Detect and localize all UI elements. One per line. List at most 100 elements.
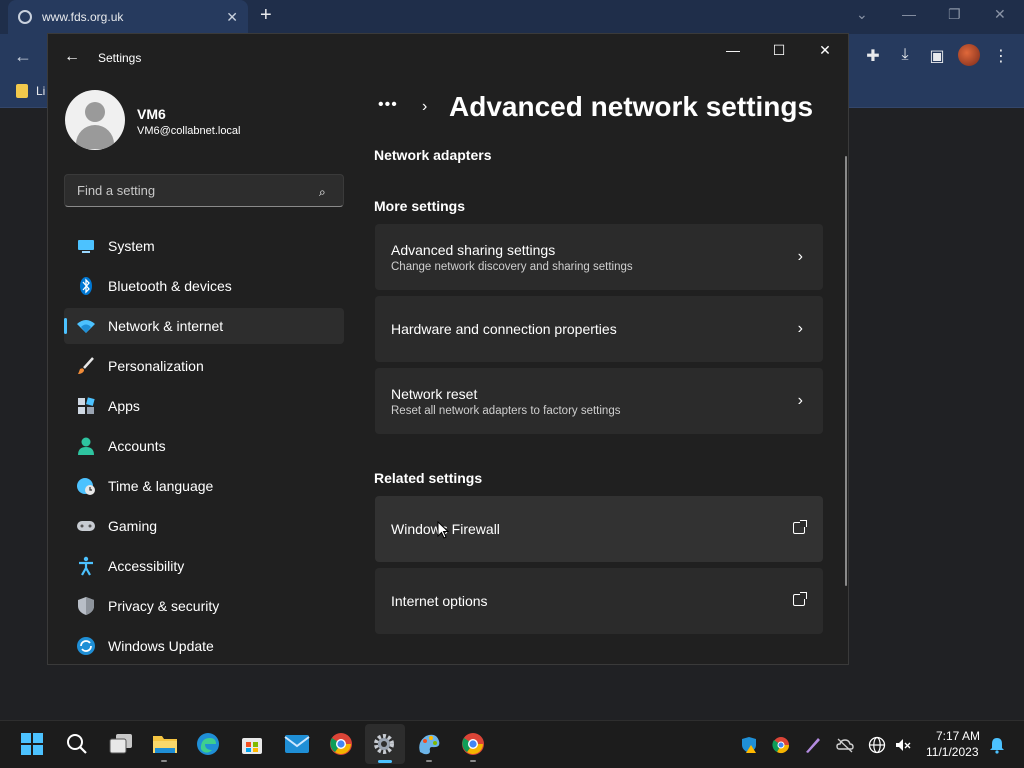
extensions-icon[interactable]: ✚ — [864, 46, 882, 65]
breadcrumb-more-button[interactable]: ••• — [378, 96, 398, 114]
settings-window: ← Settings — ☐ ✕ VM6 VM6@collabnet.local… — [47, 33, 849, 665]
back-arrow-icon[interactable]: ← — [64, 48, 80, 66]
person-icon — [78, 437, 94, 455]
scrollbar[interactable] — [845, 156, 847, 586]
sidebar-item-accounts[interactable]: Accounts — [64, 428, 344, 464]
menu-kebab-icon[interactable]: ⋮ — [992, 46, 1010, 65]
sidebar-item-label: Network & internet — [108, 318, 224, 334]
globe-clock-icon — [77, 478, 95, 495]
network-globe-icon[interactable] — [868, 736, 886, 754]
hardware-connection-properties-card[interactable]: Hardware and connection properties › — [375, 296, 823, 362]
profile-name: VM6 — [137, 106, 166, 122]
browser-restore-button[interactable]: ❐ — [948, 6, 961, 23]
external-link-icon — [793, 520, 807, 534]
file-explorer-icon[interactable] — [151, 732, 179, 756]
chevron-right-icon: › — [797, 248, 803, 265]
globe-icon — [18, 10, 32, 24]
sidebar-item-label: Privacy & security — [108, 598, 220, 614]
browser-close-button[interactable]: ✕ — [994, 6, 1006, 23]
sidebar-item-personalization[interactable]: Personalization — [64, 348, 344, 384]
card-title: Advanced sharing settings — [391, 241, 556, 258]
close-button[interactable]: ✕ — [810, 42, 840, 59]
avatar-head — [85, 102, 105, 122]
running-indicator — [426, 760, 432, 762]
clock-date[interactable]: 11/1/2023 — [926, 745, 979, 759]
start-windows-icon[interactable] — [20, 732, 44, 756]
section-network-adapters[interactable]: Network adapters — [374, 147, 491, 163]
sidebar-item-label: Accessibility — [108, 558, 185, 574]
page-title: Advanced network settings — [449, 91, 814, 122]
mouse-cursor-icon — [437, 521, 449, 539]
notification-bell-icon[interactable] — [988, 736, 1006, 754]
chevron-right-icon: › — [422, 98, 428, 115]
chrome-icon[interactable] — [461, 732, 485, 756]
edge-icon[interactable] — [196, 732, 220, 756]
running-indicator — [470, 760, 476, 762]
sidebar-nav: System Bluetooth & devices Network & int… — [64, 228, 344, 668]
card-title: Internet options — [391, 593, 488, 609]
sidebar-item-label: Bluetooth & devices — [108, 278, 232, 294]
mail-icon[interactable] — [284, 734, 310, 754]
chevron-right-icon: › — [797, 320, 803, 337]
sidebar-item-system[interactable]: System — [64, 228, 344, 264]
bluetooth-icon — [80, 277, 92, 295]
external-link-icon — [793, 592, 807, 606]
sidebar-item-label: Windows Update — [108, 638, 214, 654]
internet-options-card[interactable]: Internet options — [375, 568, 823, 634]
pen-icon[interactable] — [804, 736, 822, 754]
avatar[interactable] — [65, 90, 125, 150]
window-title: Settings — [98, 51, 142, 65]
advanced-sharing-settings-card[interactable]: Advanced sharing settings Change network… — [375, 224, 823, 290]
task-view-icon[interactable] — [108, 732, 134, 756]
profile-avatar-icon[interactable] — [958, 44, 980, 66]
clock-time[interactable]: 7:17 AM — [936, 729, 980, 743]
card-description: Reset all network adapters to factory se… — [391, 404, 621, 417]
shield-icon — [78, 597, 94, 615]
bookmark-label[interactable]: Li — [36, 84, 45, 98]
browser-minimize-button[interactable]: — — [902, 6, 916, 22]
close-tab-icon[interactable]: ✕ — [226, 9, 238, 26]
sidebar-item-apps[interactable]: Apps — [64, 388, 344, 424]
paint-icon[interactable] — [416, 732, 442, 756]
minimize-button[interactable]: — — [718, 42, 748, 58]
sidebar-item-accessibility[interactable]: Accessibility — [64, 548, 344, 584]
update-icon — [77, 637, 95, 655]
chrome-icon[interactable] — [329, 732, 353, 756]
sidebar-item-network[interactable]: Network & internet — [64, 308, 344, 344]
settings-gear-icon[interactable] — [372, 732, 396, 756]
brush-icon — [78, 357, 94, 374]
section-related-settings: Related settings — [374, 470, 483, 486]
search-icon[interactable]: ⌕ — [319, 185, 331, 199]
maximize-button[interactable]: ☐ — [764, 42, 794, 59]
sidebar-item-label: System — [108, 238, 155, 254]
accessibility-icon — [79, 556, 93, 576]
network-reset-card[interactable]: Network reset Reset all network adapters… — [375, 368, 823, 434]
store-icon[interactable] — [240, 732, 264, 756]
browser-tab-title: www.fds.org.uk — [42, 10, 124, 24]
card-title: Network reset — [391, 385, 478, 402]
sidebar-item-time-language[interactable]: Time & language — [64, 468, 344, 504]
sidebar-item-bluetooth[interactable]: Bluetooth & devices — [64, 268, 344, 304]
tab-search-icon[interactable]: ⌄ — [856, 6, 868, 23]
search-icon[interactable] — [65, 732, 89, 756]
download-icon[interactable]: ⤓ — [896, 46, 914, 64]
sidebar-item-privacy[interactable]: Privacy & security — [64, 588, 344, 624]
browser-back-icon[interactable]: ← — [14, 46, 32, 67]
search-box[interactable]: ⌕ — [64, 174, 344, 207]
chevron-right-icon: › — [797, 392, 803, 409]
sidebar-item-gaming[interactable]: Gaming — [64, 508, 344, 544]
chrome-tray-icon[interactable] — [772, 736, 790, 754]
apps-icon — [78, 397, 95, 414]
bookmark-folder-icon[interactable] — [16, 84, 28, 98]
avatar-body — [76, 125, 114, 149]
side-panel-icon[interactable]: ▣ — [928, 46, 946, 65]
running-indicator — [161, 760, 167, 762]
volume-muted-icon[interactable] — [894, 736, 912, 754]
search-input[interactable] — [77, 183, 319, 198]
defender-warning-icon[interactable] — [740, 736, 758, 754]
onedrive-icon[interactable] — [836, 736, 854, 754]
new-tab-button[interactable]: + — [260, 4, 272, 27]
browser-tab[interactable]: www.fds.org.uk ✕ — [8, 0, 248, 34]
card-title: Hardware and connection properties — [391, 321, 617, 337]
sidebar-item-windows-update[interactable]: Windows Update — [64, 628, 344, 664]
